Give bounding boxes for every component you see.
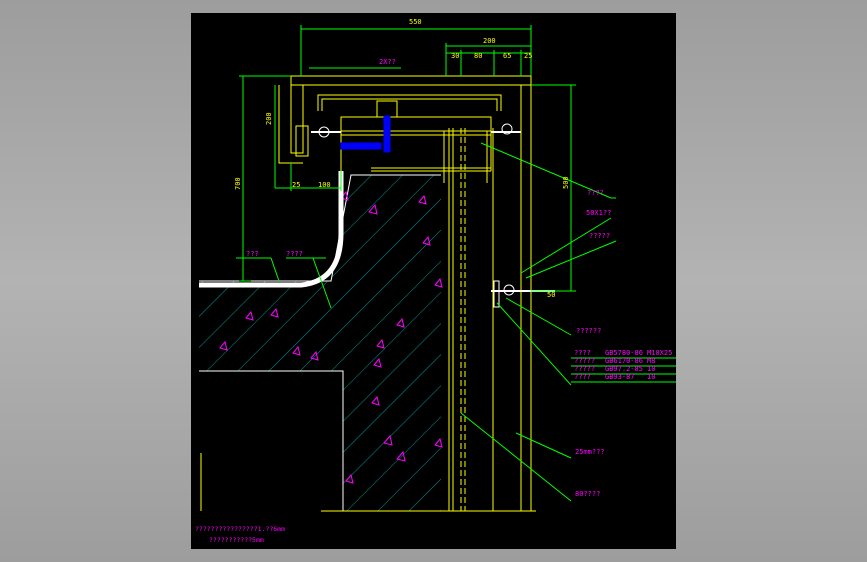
dim-seg-65: 65: [503, 52, 511, 60]
spec-table-size: 10: [647, 373, 655, 381]
dim-seg-30: 30: [451, 52, 459, 60]
dim-upper-width: 200: [483, 37, 496, 45]
note-line-1: ????????????????1.??6mm: [195, 525, 285, 533]
spec-table-spec: GB5780-86: [605, 349, 643, 357]
callout-4: ??????: [576, 327, 601, 335]
dim-small-50: 50: [547, 291, 555, 299]
callout-5: 25mm???: [575, 448, 605, 456]
concrete-slab: [199, 174, 441, 511]
callout-3: ?????: [589, 232, 610, 240]
cad-drawing-canvas: 550 200 30 80 65 25 200 700 25 100 500 5…: [191, 13, 676, 549]
spec-table: ???? GB5780-86 M10X25????? GB6170-86 M8?????…: [574, 349, 672, 381]
spec-table-name: ????: [574, 373, 591, 381]
cad-drawing: 550 200 30 80 65 25 200 700 25 100 500 5…: [195, 18, 676, 544]
callout-1: ????: [587, 189, 604, 197]
spec-table-spec: GB6170-86: [605, 357, 643, 365]
spec-table-spec: GB93-87: [605, 373, 635, 381]
spec-table-name: ?????: [574, 357, 595, 365]
wall-label-3: ????: [286, 250, 303, 258]
spec-table-size: 10: [647, 365, 655, 373]
spec-table-size: M8: [647, 357, 655, 365]
dim-right-height-500: 500: [562, 176, 570, 189]
dim-seg-25: 25: [524, 52, 532, 60]
dimension-lines: [236, 25, 676, 502]
callout-6: 80????: [575, 490, 600, 498]
spec-table-name: ????: [574, 349, 591, 357]
callout-2: 50X1??: [586, 209, 611, 217]
spec-table-spec: GB97.2-85: [605, 365, 643, 373]
wall-label-2: ???: [246, 250, 259, 258]
dim-left-height-700: 700: [234, 177, 242, 190]
dim-bottom-100: 100: [318, 181, 331, 189]
dim-seg-80: 80: [474, 52, 482, 60]
spec-table-name: ?????: [574, 365, 595, 373]
spec-table-size: M10X25: [647, 349, 672, 357]
dim-bottom-25: 25: [292, 181, 300, 189]
top-label: 2X??: [379, 58, 396, 66]
note-line-2: ???????????5mm: [209, 536, 264, 544]
dim-overall-width: 550: [409, 18, 422, 26]
dim-left-height-200: 200: [265, 112, 273, 125]
